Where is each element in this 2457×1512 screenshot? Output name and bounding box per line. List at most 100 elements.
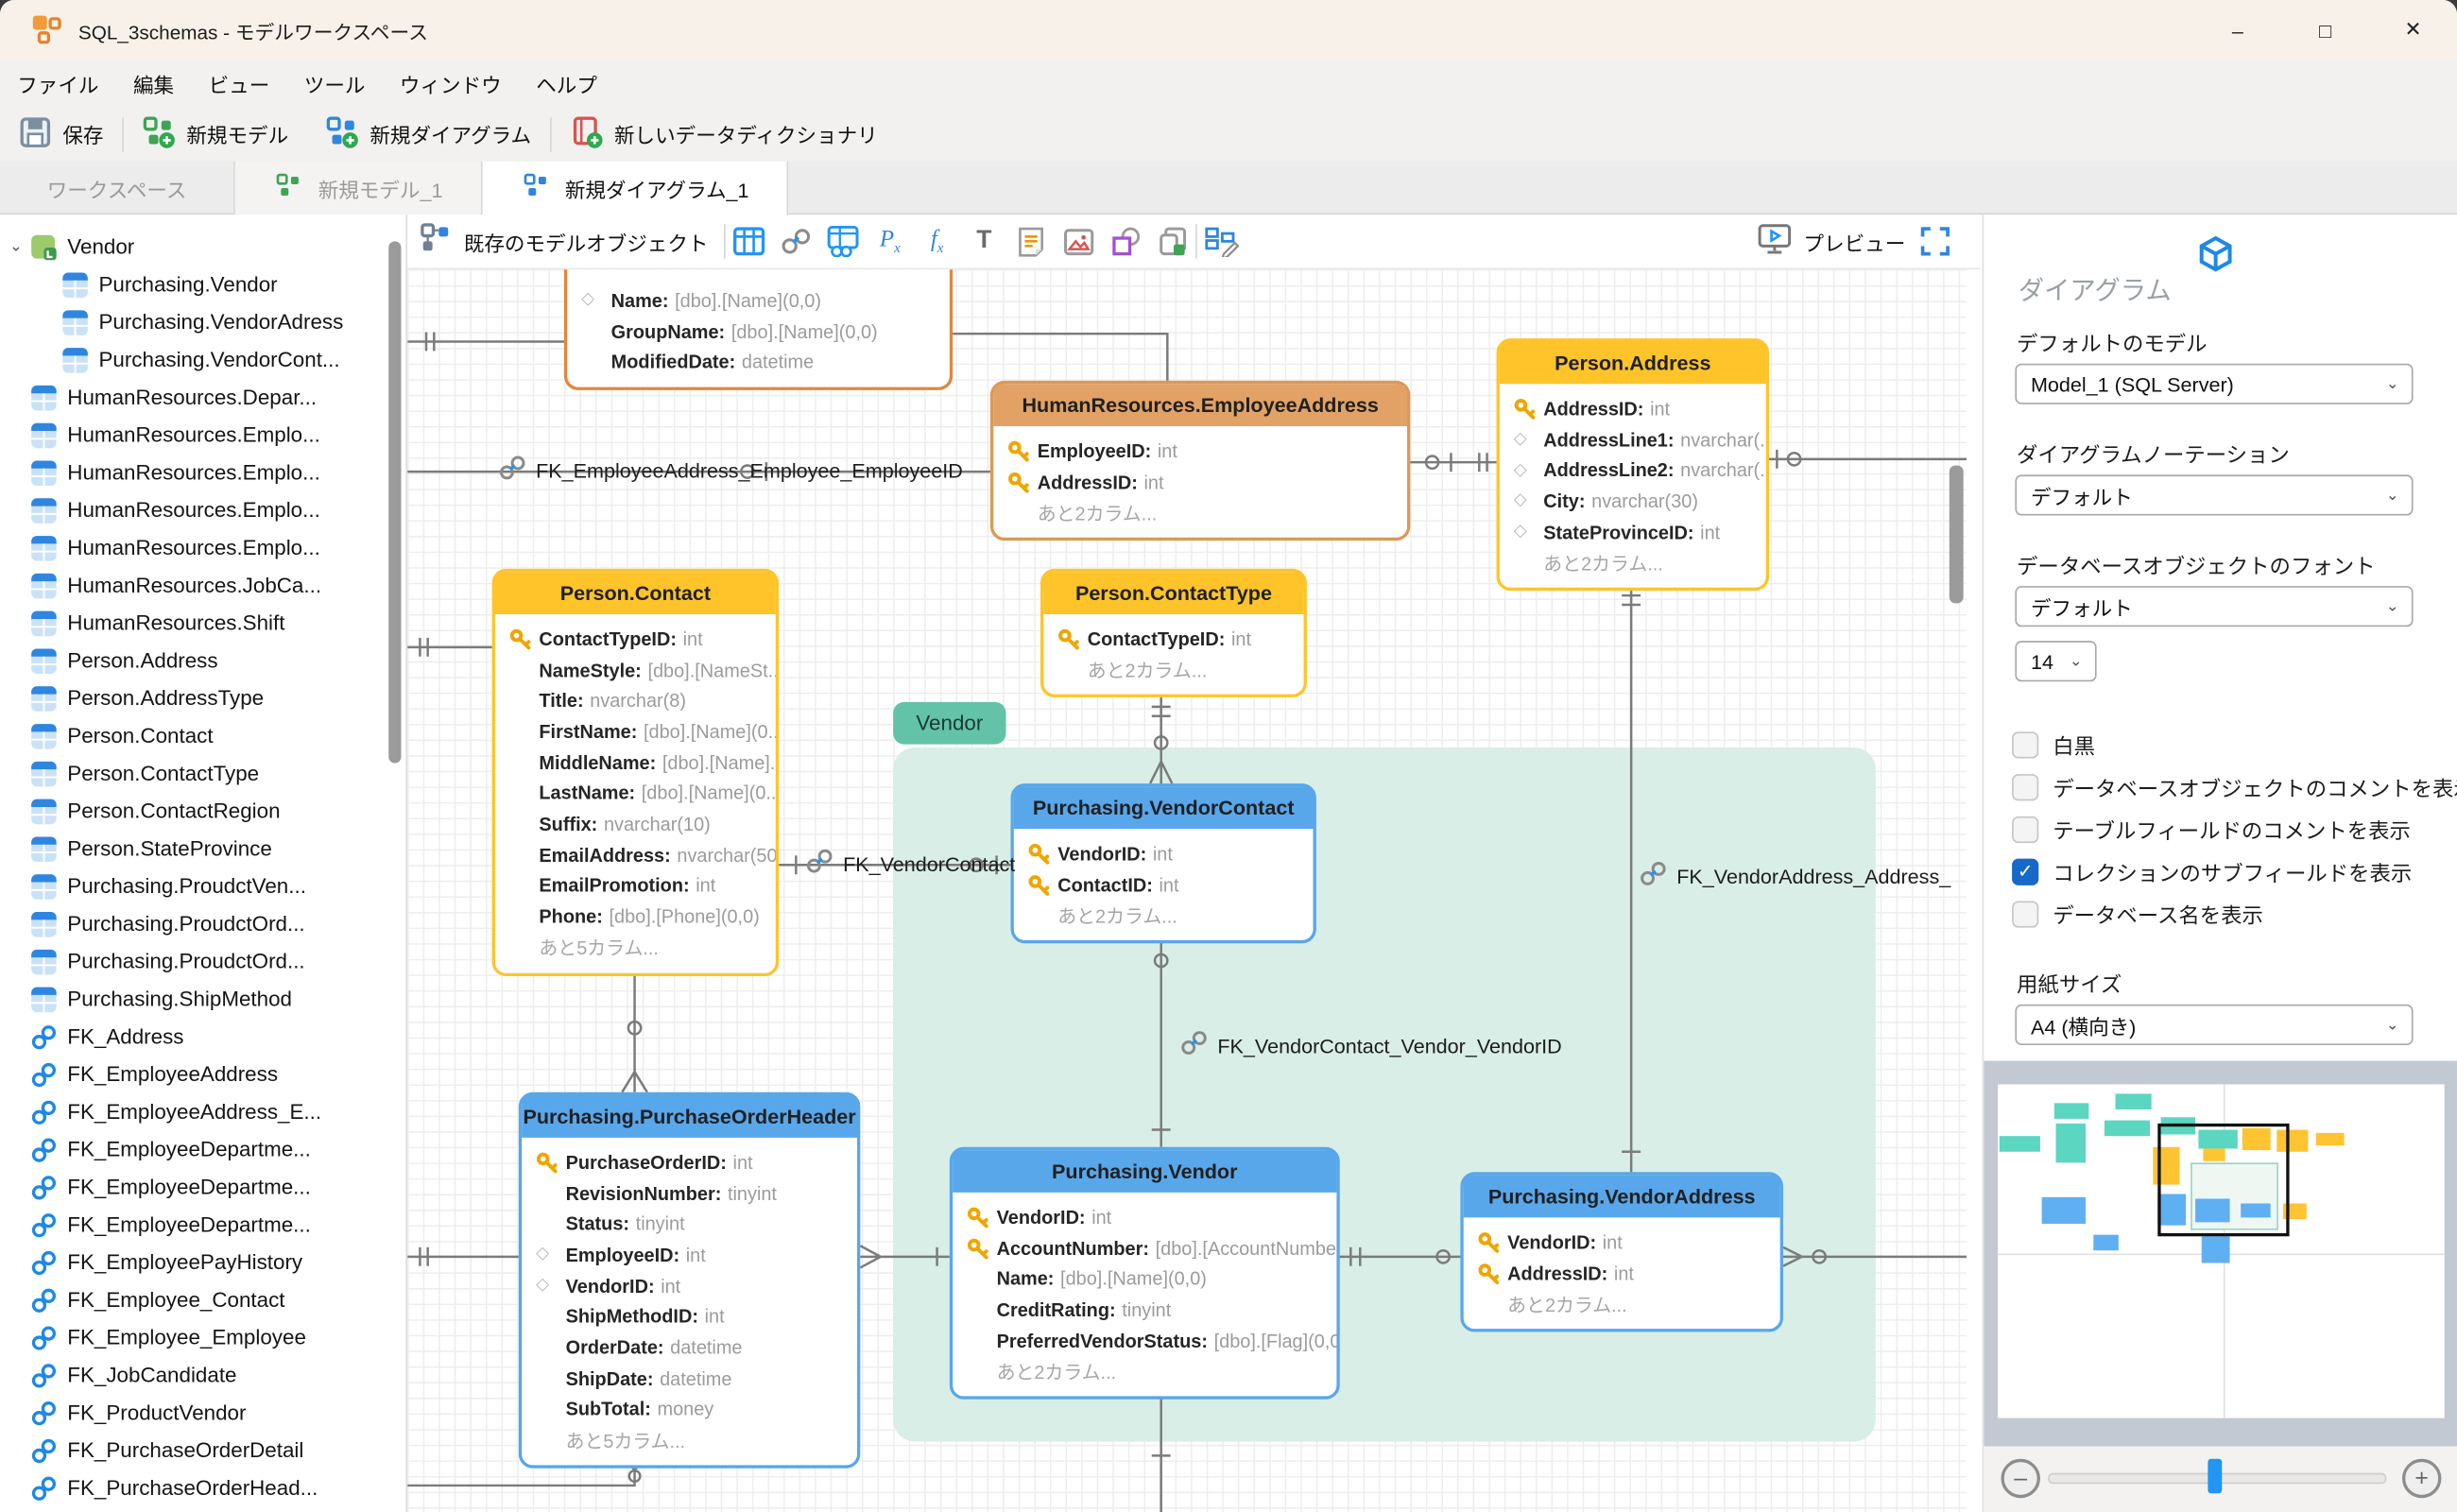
entity-title[interactable]: Purchasing.VendorAddress	[1464, 1176, 1780, 1218]
preview-button[interactable]: プレビュー	[1757, 222, 1906, 260]
tree-item-Person.AddressType[interactable]: Person.AddressType	[0, 679, 405, 716]
fullscreen-icon[interactable]	[1912, 221, 1959, 262]
checkbox-テーブルフィールドのコメントを表示[interactable]: テーブルフィールドのコメントを表示	[2012, 814, 2411, 845]
entity-field-NameStyle[interactable]: NameStyle:[dbo].[NameSt...	[495, 655, 776, 686]
entity-title[interactable]: Person.ContactType	[1043, 572, 1303, 614]
entity-field-CreditRating[interactable]: CreditRating:tinyint	[953, 1295, 1336, 1326]
menu-item-ビュー[interactable]: ビュー	[191, 68, 286, 98]
fk-label-FK_VendorContact_Vendor_VendorID[interactable]: FK_VendorContact_Vendor_VendorID	[1180, 1031, 1562, 1061]
zoom-out-button[interactable]: –	[2001, 1459, 2039, 1498]
tree-item-HumanResources.Emplo...[interactable]: HumanResources.Emplo...	[0, 415, 405, 453]
tree-item-FK_EmployeeAddress_E...[interactable]: FK_EmployeeAddress_E...	[0, 1092, 405, 1130]
fx-icon[interactable]: fx	[914, 221, 961, 262]
zoom-in-button[interactable]: +	[2402, 1459, 2441, 1498]
tree-item-Person.ContactRegion[interactable]: Person.ContactRegion	[0, 791, 405, 829]
checkbox-データベースオブジェクトのコメントを表示[interactable]: データベースオブジェクトのコメントを表示	[2012, 771, 2457, 802]
note-icon[interactable]	[1007, 221, 1055, 262]
entity-more-columns[interactable]: あと2カラム...	[1043, 655, 1303, 686]
tree-item-HumanResources.Emplo...[interactable]: HumanResources.Emplo...	[0, 490, 405, 528]
entity-field-EmailAddress[interactable]: EmailAddress:nvarchar(50)	[495, 839, 776, 870]
tree-item-Purchasing.ProudctOrd...[interactable]: Purchasing.ProudctOrd...	[0, 904, 405, 942]
tree-item-FK_EmployeePayHistory[interactable]: FK_EmployeePayHistory	[0, 1243, 405, 1280]
entity-field-EmployeeID[interactable]: EmployeeID:int	[993, 436, 1407, 467]
tree-item-FK_Address[interactable]: FK_Address	[0, 1017, 405, 1055]
entity-field-AddressID[interactable]: AddressID:int	[1464, 1258, 1780, 1289]
menu-item-ツール[interactable]: ツール	[287, 68, 383, 98]
fk-label-FK_VendorAddress_Address_[interactable]: FK_VendorAddress_Address_	[1639, 862, 1950, 892]
tree-item-Person.Address[interactable]: Person.Address	[0, 641, 405, 679]
entity-field-EmployeeID[interactable]: ◇EmployeeID:int	[522, 1240, 857, 1271]
entity-field-LastName[interactable]: LastName:[dbo].[Name](0...	[495, 778, 776, 809]
fk-label-FK_EmployeeAddress_Employee_EmployeeID[interactable]: FK_EmployeeAddress_Employee_EmployeeID	[498, 456, 963, 487]
tree-item-Purchasing.ShipMethod[interactable]: Purchasing.ShipMethod	[0, 979, 405, 1017]
entity-field-GroupName[interactable]: GroupName:[dbo].[Name](0,0)	[567, 316, 950, 347]
notation-select[interactable]: デフォルト⌄	[2015, 474, 2413, 515]
tree-item-FK_PurchaseOrderDetail[interactable]: FK_PurchaseOrderDetail	[0, 1431, 405, 1469]
entity-field-VendorID[interactable]: VendorID:int	[1014, 838, 1314, 869]
tree-item-FK_EmployeeDepartme...[interactable]: FK_EmployeeDepartme...	[0, 1167, 405, 1205]
entity-field-AddressID[interactable]: AddressID:int	[1500, 393, 1766, 424]
entity-field-VendorID[interactable]: VendorID:int	[1464, 1227, 1780, 1258]
entity-person-contact[interactable]: Person.ContactContactTypeID:intNameStyle…	[492, 569, 779, 975]
entity-field-MiddleName[interactable]: MiddleName:[dbo].[Name]...	[495, 747, 776, 779]
entity-purchasing-vendorcontact[interactable]: Purchasing.VendorContactVendorID:intCont…	[1011, 783, 1316, 943]
menu-item-ファイル[interactable]: ファイル	[0, 68, 116, 98]
toolbar-new-dictionary-button[interactable]: 新しいデータディクショナリ	[552, 107, 897, 162]
entity-field-AccountNumber[interactable]: AccountNumber:[dbo].[AccountNumber]...	[953, 1232, 1336, 1263]
entity-title[interactable]: HumanResources.EmployeeAddress	[993, 384, 1407, 426]
entity-more-columns[interactable]: あと2カラム...	[953, 1356, 1336, 1387]
entity-more-columns[interactable]: あと2カラム...	[993, 497, 1407, 528]
entity-field-ShipDate[interactable]: ShipDate:datetime	[522, 1363, 857, 1394]
vendor-subject-tag[interactable]: Vendor	[893, 702, 1005, 745]
zoom-slider-thumb[interactable]	[2208, 1459, 2222, 1493]
tree-item-FK_ProductVendor[interactable]: FK_ProductVendor	[0, 1393, 405, 1431]
canvas-vertical-scrollbar[interactable]	[1950, 465, 1964, 603]
entity-humanresources-employeeaddress[interactable]: HumanResources.EmployeeAddress EmployeeID…	[990, 381, 1410, 541]
entity-title[interactable]: Purchasing.Vendor	[953, 1150, 1336, 1193]
tree-item-FK_Employee_Contact[interactable]: FK_Employee_Contact	[0, 1280, 405, 1318]
tree-item-FK_EmployeeAddress[interactable]: FK_EmployeeAddress	[0, 1055, 405, 1092]
tree-item-HumanResources.Depar...[interactable]: HumanResources.Depar...	[0, 378, 405, 416]
entity-purchasing-vendor[interactable]: Purchasing.VendorVendorID:intAccountNumb…	[950, 1147, 1340, 1400]
minimize-button[interactable]: –	[2193, 0, 2281, 60]
tree-item-Purchasing.ProudctVen...[interactable]: Purchasing.ProudctVen...	[0, 867, 405, 904]
entity-field-ContactID[interactable]: ContactID:int	[1014, 869, 1314, 901]
maximize-button[interactable]: □	[2281, 0, 2369, 60]
entity-department-partial[interactable]: ◇Name:[dbo].[Name](0,0)GroupName:[dbo].[…	[564, 269, 953, 390]
entity-more-columns[interactable]: あと2カラム...	[1464, 1289, 1780, 1320]
entity-person-address[interactable]: Person.AddressAddressID:int◇AddressLine1…	[1497, 338, 1770, 591]
entity-field-RevisionNumber[interactable]: RevisionNumber:tinyint	[522, 1177, 857, 1209]
checkbox-unchecked-icon[interactable]	[2012, 773, 2038, 799]
toolbar-new-diagram-button[interactable]: 新規ダイアグラム	[307, 107, 550, 162]
minimap[interactable]	[1984, 1061, 2457, 1447]
entity-field-OrderDate[interactable]: OrderDate:datetime	[522, 1332, 857, 1364]
minimap-viewport[interactable]	[2157, 1124, 2289, 1236]
checkbox-unchecked-icon[interactable]	[2012, 731, 2038, 758]
entity-person-contacttype[interactable]: Person.ContactType ContactTypeID:intあと2カラ…	[1040, 569, 1307, 698]
entity-field-AddressLine2[interactable]: ◇AddressLine2:nvarchar(...	[1500, 455, 1766, 486]
entity-field-PurchaseOrderID[interactable]: PurchaseOrderID:int	[522, 1147, 857, 1178]
entity-field-Title[interactable]: Title:nvarchar(8)	[495, 685, 776, 716]
chevron-expanded-icon[interactable]: ⌄	[9, 237, 30, 254]
autolayout-icon[interactable]	[1197, 221, 1245, 262]
close-button[interactable]: ✕	[2369, 0, 2457, 60]
entity-field-Suffix[interactable]: Suffix:nvarchar(10)	[495, 809, 776, 840]
table-fk-icon[interactable]	[819, 221, 867, 262]
image-icon[interactable]	[1055, 221, 1102, 262]
default-model-select[interactable]: Model_1 (SQL Server)⌄	[2015, 364, 2413, 404]
text-icon[interactable]: T	[960, 221, 1007, 262]
checkbox-unchecked-icon[interactable]	[2012, 901, 2038, 927]
checkbox-データベース名を表示[interactable]: データベース名を表示	[2012, 898, 2263, 929]
checkbox-コレクションのサブフィールドを表示[interactable]: ✓コレクションのサブフィールドを表示	[2012, 855, 2412, 886]
tree-item-FK_PurchaseOrderHead...[interactable]: FK_PurchaseOrderHead...	[0, 1469, 405, 1506]
entity-field-StateProvinceID[interactable]: ◇StateProvinceID:int	[1500, 517, 1766, 548]
fk-label-FK_VendorContact[interactable]: FK_VendorContact	[805, 850, 1015, 880]
db-object-font-select[interactable]: デフォルト⌄	[2015, 586, 2413, 627]
tree-item-Purchasing.VendorAdress[interactable]: Purchasing.VendorAdress	[0, 302, 405, 340]
diagram-canvas[interactable]: Vendor ◇Name:[dbo].[Name](0,0)GroupName:…	[407, 269, 1967, 1512]
entity-field-Name[interactable]: Name:[dbo].[Name](0,0)	[953, 1263, 1336, 1295]
entity-field-ContactTypeID[interactable]: ContactTypeID:int	[1043, 624, 1303, 655]
tree-item-Vendor[interactable]: ⌄Vendor	[0, 227, 405, 265]
px-icon[interactable]: Px	[867, 221, 914, 262]
entity-field-PreferredVendorStatus[interactable]: PreferredVendorStatus:[dbo].[Flag](0,0)	[953, 1325, 1336, 1356]
